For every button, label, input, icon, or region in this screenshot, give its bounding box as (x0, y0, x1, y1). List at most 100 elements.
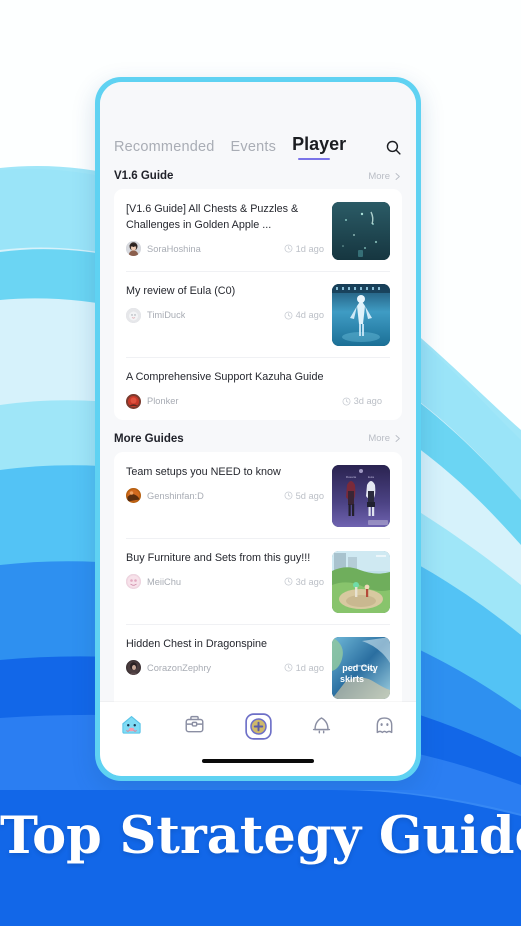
avatar (126, 241, 141, 256)
author-name: CorazonZephry (147, 662, 212, 673)
list-item-body: Team setups you NEED to know Genshinfan:… (126, 465, 332, 503)
add-circle-icon (244, 713, 272, 740)
nav-item-create[interactable] (226, 713, 289, 740)
thumbnail-overlay-text: ped City (342, 663, 378, 673)
list-item-meta: MeiiChu 3d ago (126, 574, 324, 589)
list-item[interactable]: A Comprehensive Support Kazuha Guide Plo… (114, 357, 402, 420)
nav-item-home[interactable] (100, 713, 163, 736)
list-item-thumbnail[interactable]: ped City skirts (332, 636, 390, 699)
toolbox-icon (185, 715, 204, 733)
list-item-body: Buy Furniture and Sets from this guy!!! (126, 551, 332, 589)
list-item-meta: Genshinfan:D 5d ago (126, 488, 324, 503)
author-name: Genshinfan:D (147, 490, 204, 501)
avatar (126, 660, 141, 675)
slime-home-icon (122, 715, 141, 734)
clock-icon (284, 663, 292, 672)
timestamp: 1d ago (278, 663, 324, 673)
clock-icon (284, 577, 292, 586)
chevron-right-icon (395, 435, 400, 442)
author-name: Plonker (147, 396, 179, 406)
search-icon (386, 140, 401, 155)
clock-icon (284, 311, 292, 319)
thumbnail-image: Rosaria Eula (332, 464, 390, 527)
list-item-thumbnail[interactable]: Rosaria Eula (332, 464, 390, 527)
avatar-image (126, 393, 141, 409)
avatar-image (126, 574, 141, 589)
nav-item-profile[interactable] (353, 713, 416, 736)
list-item[interactable]: Buy Furniture and Sets from this guy!!! (114, 537, 402, 624)
thumbnail-image (332, 202, 390, 260)
list-item-title: My review of Eula (C0) (126, 285, 236, 297)
list-item-title: Hidden Chest in Dragonspine (126, 637, 268, 650)
list-item-body: Hidden Chest in Dragonspine CorazonZephr… (126, 637, 332, 675)
timestamp: 5d ago (278, 491, 324, 501)
timestamp: 1d ago (278, 244, 324, 254)
tab-events[interactable]: Events (231, 139, 277, 157)
bell-icon (312, 717, 330, 734)
avatar (126, 574, 141, 589)
avatar-image (126, 660, 141, 675)
home-indicator (202, 759, 314, 763)
app-screenshot: Recommended Events Player V1.6 Guide Mor… (0, 0, 521, 926)
list-item-thumbnail[interactable] (332, 550, 390, 613)
timestamp-text: 1d ago (295, 243, 324, 254)
guide-card-group-1: [V1.6 Guide] All Chests & Puzzles & Chal… (114, 189, 402, 420)
list-item[interactable]: My review of Eula (C0) TimiDuck 4d ago (114, 271, 402, 357)
list-item-body: A Comprehensive Support Kazuha Guide Plo… (126, 370, 390, 409)
timestamp-text: 3d ago (295, 576, 324, 587)
list-item-title: A Comprehensive Support Kazuha Guide (126, 371, 324, 383)
section-title: V1.6 Guide (114, 170, 174, 182)
avatar (126, 393, 141, 409)
phone-mockup-frame: Recommended Events Player V1.6 Guide Mor… (95, 77, 421, 781)
section-header-more-guides: More Guides More (100, 420, 416, 452)
svg-text:Rosaria: Rosaria (346, 475, 357, 479)
author-name: SoraHoshina (147, 243, 201, 254)
search-button[interactable] (385, 139, 402, 156)
avatar-image (126, 488, 141, 503)
list-item-body: My review of Eula (C0) TimiDuck 4d ago (126, 284, 332, 323)
thumbnail-image (332, 284, 390, 346)
thumbnail-image (332, 550, 390, 613)
author-name: MeiiChu (147, 576, 182, 587)
list-item-meta: TimiDuck 4d ago (126, 307, 324, 323)
top-tab-bar: Recommended Events Player (100, 82, 416, 160)
author-name: TimiDuck (147, 310, 186, 320)
ghost-profile-icon (376, 717, 393, 734)
phone-screen: Recommended Events Player V1.6 Guide Mor… (100, 82, 416, 776)
timestamp-text: 3d ago (353, 396, 382, 406)
list-item[interactable]: Hidden Chest in Dragonspine CorazonZephr… (114, 623, 402, 710)
timestamp: 4d ago (278, 310, 324, 320)
clock-icon (284, 244, 292, 253)
clock-icon (342, 397, 350, 405)
timestamp-text: 1d ago (295, 662, 324, 673)
list-item-meta: SoraHoshina 1d ago (126, 241, 324, 256)
list-item-meta: CorazonZephry 1d ago (126, 660, 324, 675)
chevron-right-icon (395, 172, 400, 180)
tab-recommended[interactable]: Recommended (114, 139, 215, 157)
list-item-thumbnail[interactable] (332, 202, 390, 260)
section-more-link[interactable]: More (368, 433, 402, 444)
avatar (126, 307, 141, 323)
timestamp-text: 4d ago (295, 310, 324, 320)
avatar-image (126, 307, 141, 323)
nav-item-notifications[interactable] (290, 713, 353, 736)
list-item[interactable]: Team setups you NEED to know Genshinfan:… (114, 452, 402, 538)
tab-player[interactable]: Player (292, 134, 346, 160)
list-item[interactable]: [V1.6 Guide] All Chests & Puzzles & Chal… (114, 189, 402, 271)
timestamp: 3d ago (278, 577, 324, 587)
banner-title: Top Strategy Guides (0, 806, 521, 866)
list-item-title: Team setups you NEED to know (126, 465, 281, 478)
section-title: More Guides (114, 432, 184, 445)
guide-card-group-2: Team setups you NEED to know Genshinfan:… (114, 451, 402, 710)
list-item-meta: Plonker 3d ago (126, 393, 382, 409)
bottom-navigation-bar (100, 702, 416, 776)
svg-text:skirts: skirts (340, 674, 364, 684)
list-item-title: [V1.6 Guide] All Chests & Puzzles & Chal… (126, 203, 299, 231)
list-item-thumbnail[interactable] (332, 284, 390, 346)
nav-item-toolbox[interactable] (163, 713, 226, 736)
svg-text:Eula: Eula (368, 475, 374, 479)
list-item-title: Buy Furniture and Sets from this guy!!! (126, 551, 311, 564)
section-more-link[interactable]: More (368, 171, 402, 182)
timestamp: 3d ago (336, 396, 382, 406)
section-header-v16-guide: V1.6 Guide More (100, 157, 416, 189)
